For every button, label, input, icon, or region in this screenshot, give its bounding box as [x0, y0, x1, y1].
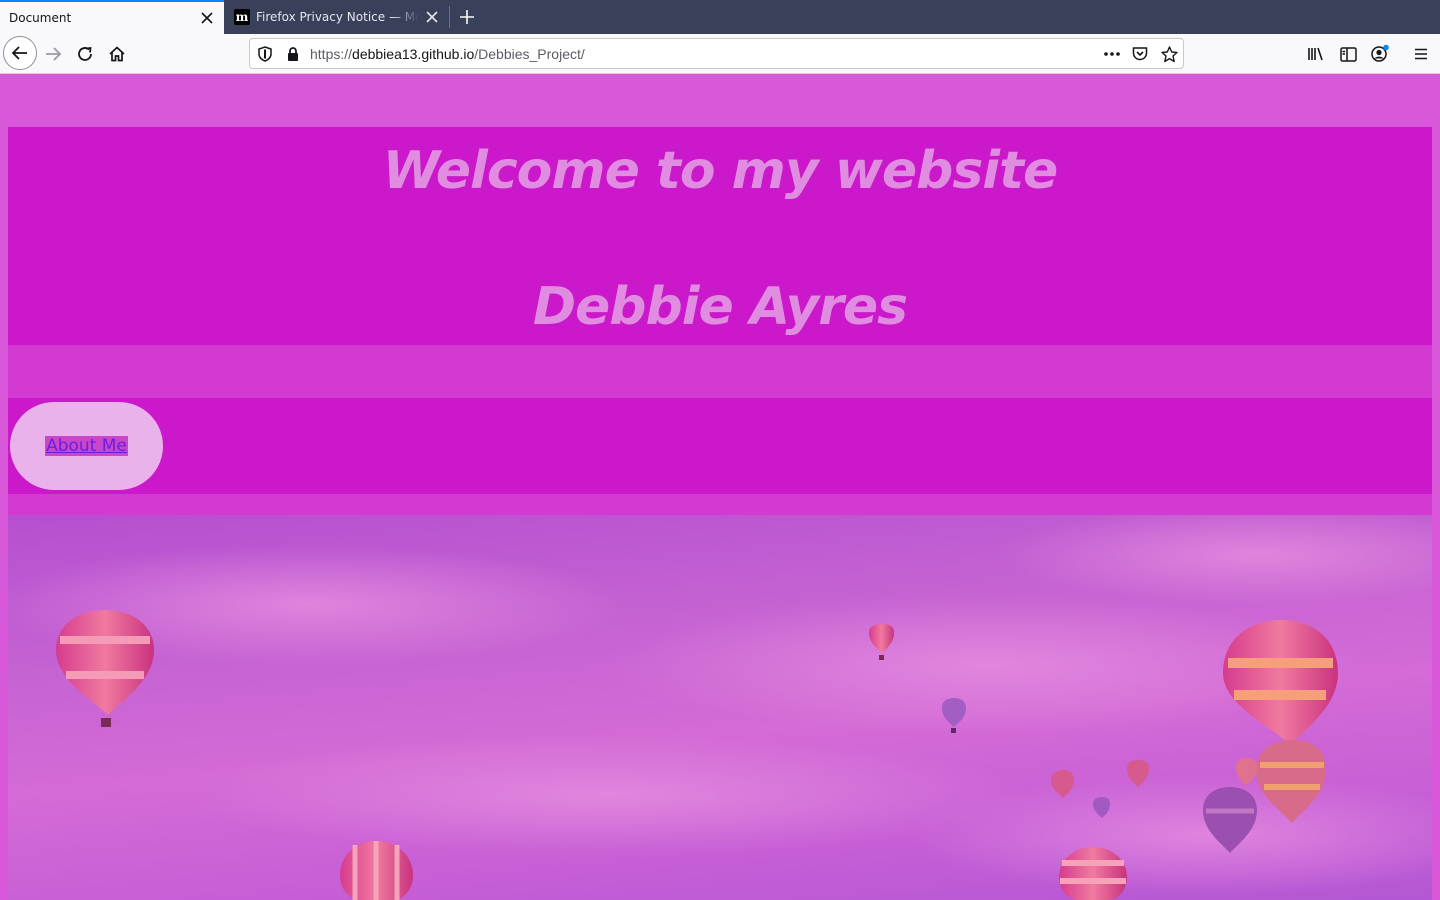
hero-image-hot-air-balloons: [8, 515, 1432, 900]
url-path: /Debbies_Project/: [474, 46, 585, 62]
balloon: [56, 610, 154, 727]
more-icon[interactable]: [1103, 45, 1121, 63]
tab-title: Document: [9, 11, 72, 25]
new-tab-icon[interactable]: [454, 4, 480, 30]
lock-icon[interactable]: [284, 45, 302, 63]
balloon-illustration: [8, 515, 1432, 900]
tab-privacy-notice[interactable]: m Firefox Privacy Notice — Mozilla: [225, 0, 449, 34]
site-header: Welcome to my website Debbie Ayres: [8, 127, 1432, 345]
home-icon[interactable]: [101, 38, 133, 70]
url-bar[interactable]: https://debbiea13.github.io/Debbies_Proj…: [249, 38, 1184, 69]
library-icon[interactable]: [1300, 38, 1332, 70]
site-nav: About Me: [8, 398, 1432, 494]
menu-icon[interactable]: [1405, 38, 1437, 70]
back-icon[interactable]: [3, 36, 37, 70]
tab-document[interactable]: Document: [0, 0, 224, 34]
spacer-band: [8, 494, 1432, 515]
about-me-link[interactable]: About Me: [45, 436, 128, 456]
author-name-heading: Debbie Ayres: [532, 277, 908, 337]
welcome-heading: Welcome to my website: [382, 141, 1059, 201]
tab-separator: [449, 6, 450, 28]
url-host: debbiea13.github.io: [352, 46, 475, 62]
sidebar-icon[interactable]: [1332, 38, 1364, 70]
navigation-toolbar: https://debbiea13.github.io/Debbies_Proj…: [0, 34, 1440, 74]
close-tab-icon[interactable]: [419, 4, 445, 30]
account-icon[interactable]: [1364, 38, 1396, 70]
pocket-icon[interactable]: [1131, 45, 1149, 63]
star-icon[interactable]: [1160, 45, 1178, 63]
balloon: [1223, 620, 1338, 745]
mozilla-favicon-icon: m: [234, 9, 250, 25]
shield-icon[interactable]: [256, 45, 274, 63]
url-text[interactable]: https://debbiea13.github.io/Debbies_Proj…: [310, 46, 585, 62]
forward-icon[interactable]: [37, 38, 69, 70]
about-me-button[interactable]: About Me: [10, 402, 163, 490]
tab-bar: Document m Firefox Privacy Notice — Mozi…: [0, 0, 1440, 34]
balloon: [340, 841, 413, 900]
url-scheme: https://: [310, 46, 353, 62]
tab-title: Firefox Privacy Notice — Mozilla: [256, 10, 419, 24]
spacer-band: [8, 345, 1432, 398]
close-tab-icon[interactable]: [194, 5, 220, 31]
reload-icon[interactable]: [69, 38, 101, 70]
